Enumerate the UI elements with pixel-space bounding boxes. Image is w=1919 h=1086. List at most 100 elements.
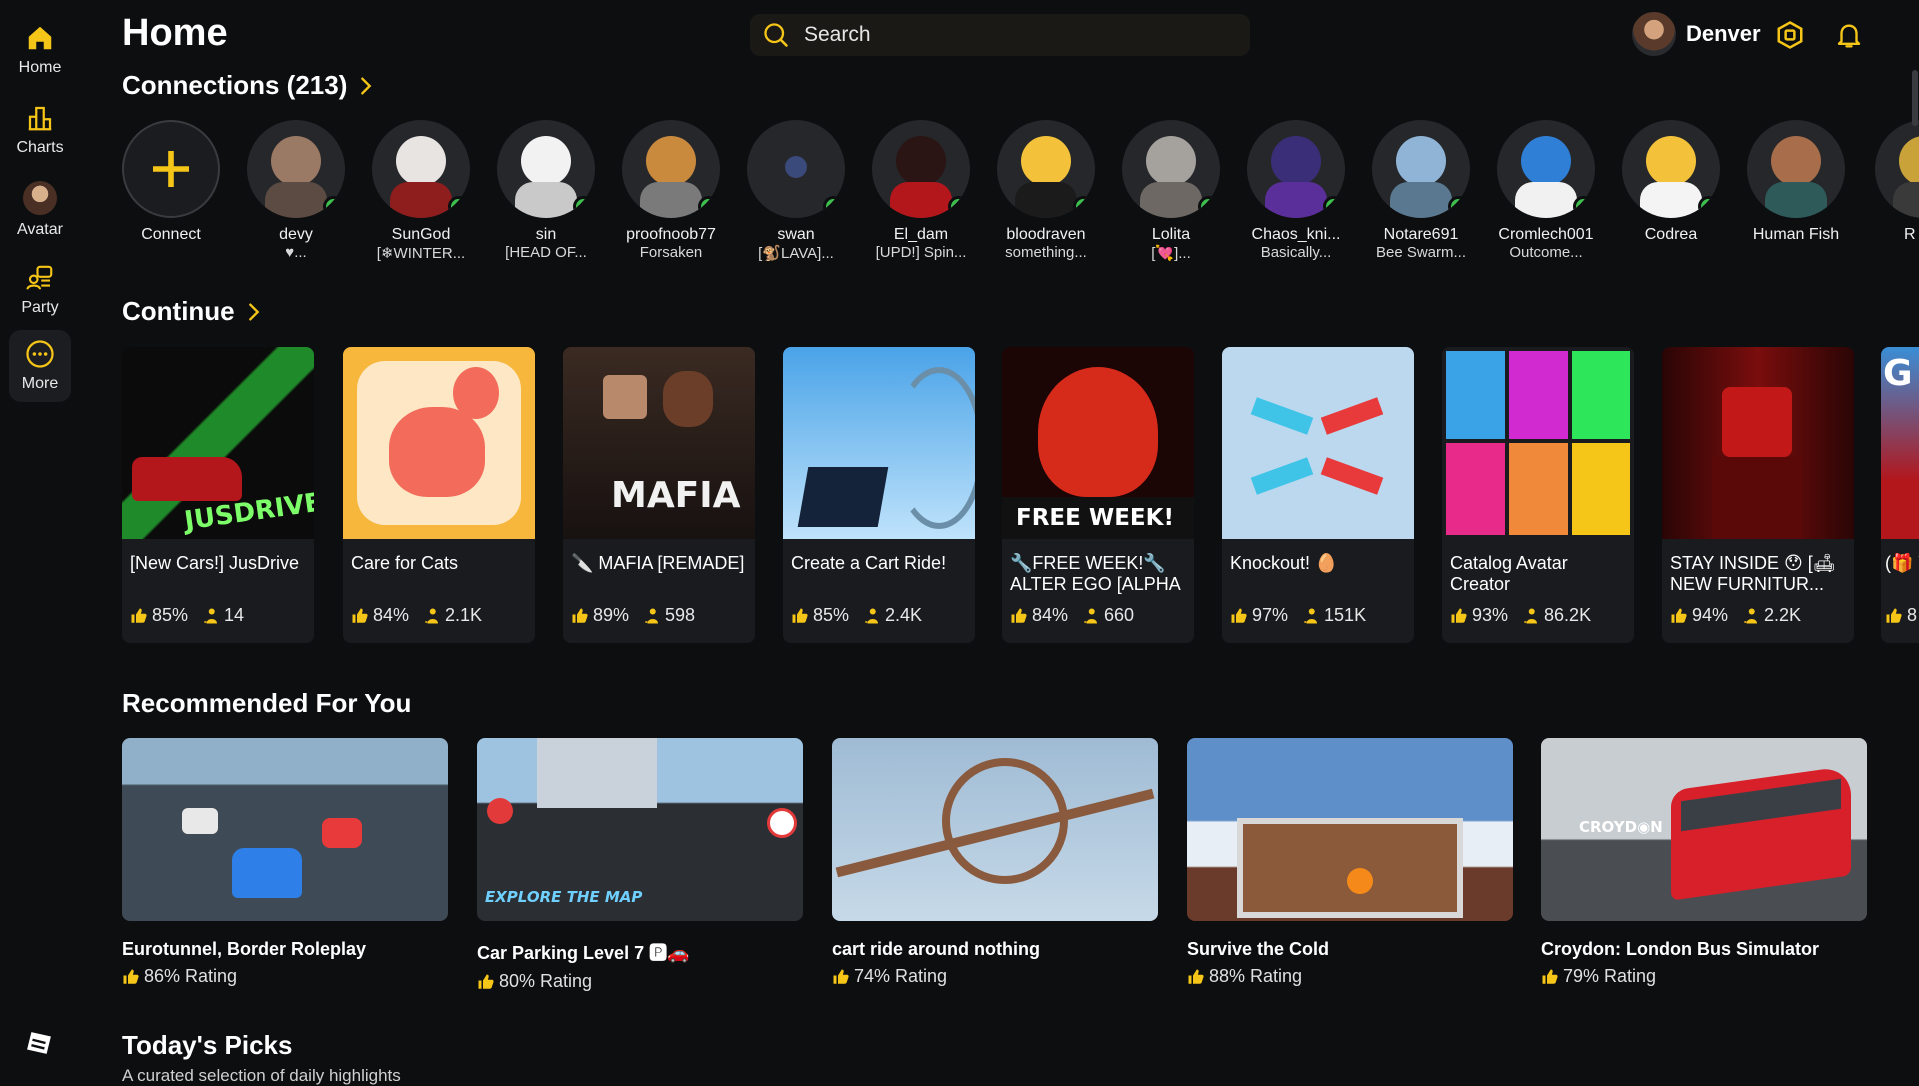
connection-item[interactable]: SunGod [❄WINTER... [358, 120, 484, 262]
game-thumbnail [122, 738, 448, 921]
game-thumbnail [343, 347, 535, 539]
game-card[interactable]: Care for Cats 84% 2.1K [343, 347, 535, 643]
game-title: Create a Cart Ride! [791, 553, 947, 573]
sidebar-item-label: Party [21, 299, 59, 316]
game-card[interactable]: STAY INSIDE 😯 [🛋NEW FURNITUR... 94% 2.2K [1662, 347, 1854, 643]
connection-name: Lolita [1151, 226, 1191, 243]
game-card[interactable]: Catalog Avatar Creator 93% 86.2K [1442, 347, 1634, 643]
connection-item[interactable]: Human Fish [1733, 120, 1859, 244]
todays-picks-subtitle: A curated selection of daily highlights [122, 1066, 401, 1085]
search-bar[interactable] [750, 14, 1250, 56]
game-rating: 94% [1692, 605, 1729, 625]
sidebar: Home Charts Avatar Party More [0, 0, 80, 1079]
connections-heading[interactable]: Connections (213) [122, 70, 377, 101]
game-card[interactable]: G (🎁 YEA 8 [1881, 347, 1919, 643]
sidebar-item-avatar[interactable]: Avatar [9, 174, 71, 246]
game-rating-label: 74% Rating [854, 966, 948, 986]
players-icon [1084, 608, 1098, 623]
game-title: STAY INSIDE 😯 [🛋NEW FURNITUR... [1670, 553, 1836, 594]
game-card[interactable]: FREE WEEK! 🔧FREE WEEK!🔧 ALTER EGO [ALPHA… [1002, 347, 1194, 643]
game-title: 🔪 MAFIA [REMADE] [571, 553, 745, 573]
online-indicator [1448, 196, 1469, 217]
game-players: 86.2K [1544, 605, 1592, 625]
connection-status: [HEAD OF... [505, 244, 587, 261]
players-icon [645, 608, 659, 623]
connection-item[interactable]: proofnoob77 Forsaken [608, 120, 734, 261]
game-rating: 79% Rating [1541, 966, 1867, 987]
todays-picks-heading: Today's Picks [122, 1030, 292, 1061]
game-card[interactable]: Create a Cart Ride! 85% 2.4K [783, 347, 975, 643]
sidebar-item-label: Charts [16, 139, 64, 156]
game-rating: 89% [593, 605, 630, 625]
continue-heading[interactable]: Continue [122, 296, 265, 327]
connection-item[interactable]: Cromlech001 Outcome... [1483, 120, 1609, 261]
sidebar-item-label: Home [18, 59, 62, 76]
connection-item[interactable]: bloodraven something... [983, 120, 1109, 261]
thumbs-up-icon [1231, 608, 1247, 623]
connection-item[interactable]: Codrea [1608, 120, 1734, 244]
avatar [1122, 120, 1220, 218]
online-indicator [1573, 196, 1594, 217]
game-thumbnail: EXPLORE THE MAP [477, 738, 803, 921]
game-rating: 86% Rating [122, 966, 448, 987]
recommended-game-card[interactable]: CROYD◉N Croydon: London Bus Simulator 79… [1541, 738, 1867, 987]
game-card[interactable]: MAFIA 🔪 MAFIA [REMADE] 89% 598 [563, 347, 755, 643]
game-players: 660 [1104, 605, 1135, 625]
connection-item[interactable]: devy ♥... [233, 120, 359, 261]
game-card[interactable]: Knockout! 🥚 97% 151K [1222, 347, 1414, 643]
recommended-game-card[interactable]: Survive the Cold 88% Rating [1187, 738, 1513, 987]
sidebar-item-home[interactable]: Home [9, 14, 71, 86]
notification-bell-icon[interactable] [1834, 20, 1864, 50]
sidebar-item-charts[interactable]: Charts [9, 94, 71, 166]
connection-name: swan [777, 226, 815, 243]
sidebar-item-party[interactable]: Party [9, 254, 71, 326]
scrollbar[interactable] [1912, 70, 1918, 126]
connection-status: [UPD!] Spin... [875, 244, 967, 261]
plus-icon [153, 151, 189, 187]
connection-item[interactable]: R [1858, 120, 1919, 244]
home-icon [28, 26, 52, 50]
game-title: 🔧FREE WEEK!🔧 ALTER EGO [ALPHA [1010, 553, 1181, 594]
connection-item[interactable]: swan [🐒LAVA]... [733, 120, 859, 262]
connect-button[interactable]: Connect [108, 120, 234, 244]
connection-status: something... [1005, 244, 1087, 261]
connection-item[interactable]: El_dam [UPD!] Spin... [858, 120, 984, 261]
thumbs-up-icon [833, 969, 849, 984]
search-input[interactable] [802, 22, 1226, 48]
connection-item[interactable]: Notare691 Bee Swarm... [1358, 120, 1484, 261]
online-indicator [448, 196, 469, 217]
thumbs-up-icon [792, 608, 808, 623]
game-players: 2.4K [885, 605, 923, 625]
user-profile[interactable]: Denver [1632, 12, 1761, 56]
recommended-game-card[interactable]: cart ride around nothing 74% Rating [832, 738, 1158, 987]
connection-status: Bee Swarm... [1375, 244, 1467, 261]
connection-item[interactable]: Chaos_kni... Basically... [1233, 120, 1359, 261]
roblox-logo-icon[interactable] [26, 1030, 52, 1056]
game-title: Catalog Avatar Creator [1450, 553, 1568, 594]
connection-name: Cromlech001 [1498, 226, 1594, 243]
username: Denver [1686, 21, 1761, 46]
recommended-game-card[interactable]: EXPLORE THE MAP Car Parking Level 7 🅿🚗 8… [477, 738, 803, 992]
robux-icon[interactable] [1775, 20, 1805, 50]
avatar [1497, 120, 1595, 218]
game-thumbnail [783, 347, 975, 539]
game-card[interactable]: JUSDRIVE [New Cars!] JusDrive 85% 14 [122, 347, 314, 643]
thumbs-up-icon [1886, 608, 1902, 623]
thumbnail-text: MAFIA [611, 475, 741, 516]
game-stats: 97% 151K [1230, 605, 1366, 626]
sidebar-item-more[interactable]: More [9, 330, 71, 402]
connection-item[interactable]: Lolita [💘]... [1108, 120, 1234, 262]
search-icon [764, 23, 788, 47]
online-indicator [948, 196, 969, 217]
online-indicator [823, 196, 844, 217]
game-thumbnail [1222, 347, 1414, 539]
avatar [872, 120, 970, 218]
thumbs-up-icon [1188, 969, 1204, 984]
game-stats: 8 [1885, 605, 1917, 626]
game-thumbnail [1442, 347, 1634, 539]
game-rating-label: 88% Rating [1209, 966, 1303, 986]
connection-item[interactable]: sin [HEAD OF... [483, 120, 609, 261]
game-rating-label: 80% Rating [499, 971, 593, 991]
recommended-game-card[interactable]: Eurotunnel, Border Roleplay 86% Rating [122, 738, 448, 987]
charts-icon [28, 106, 52, 131]
